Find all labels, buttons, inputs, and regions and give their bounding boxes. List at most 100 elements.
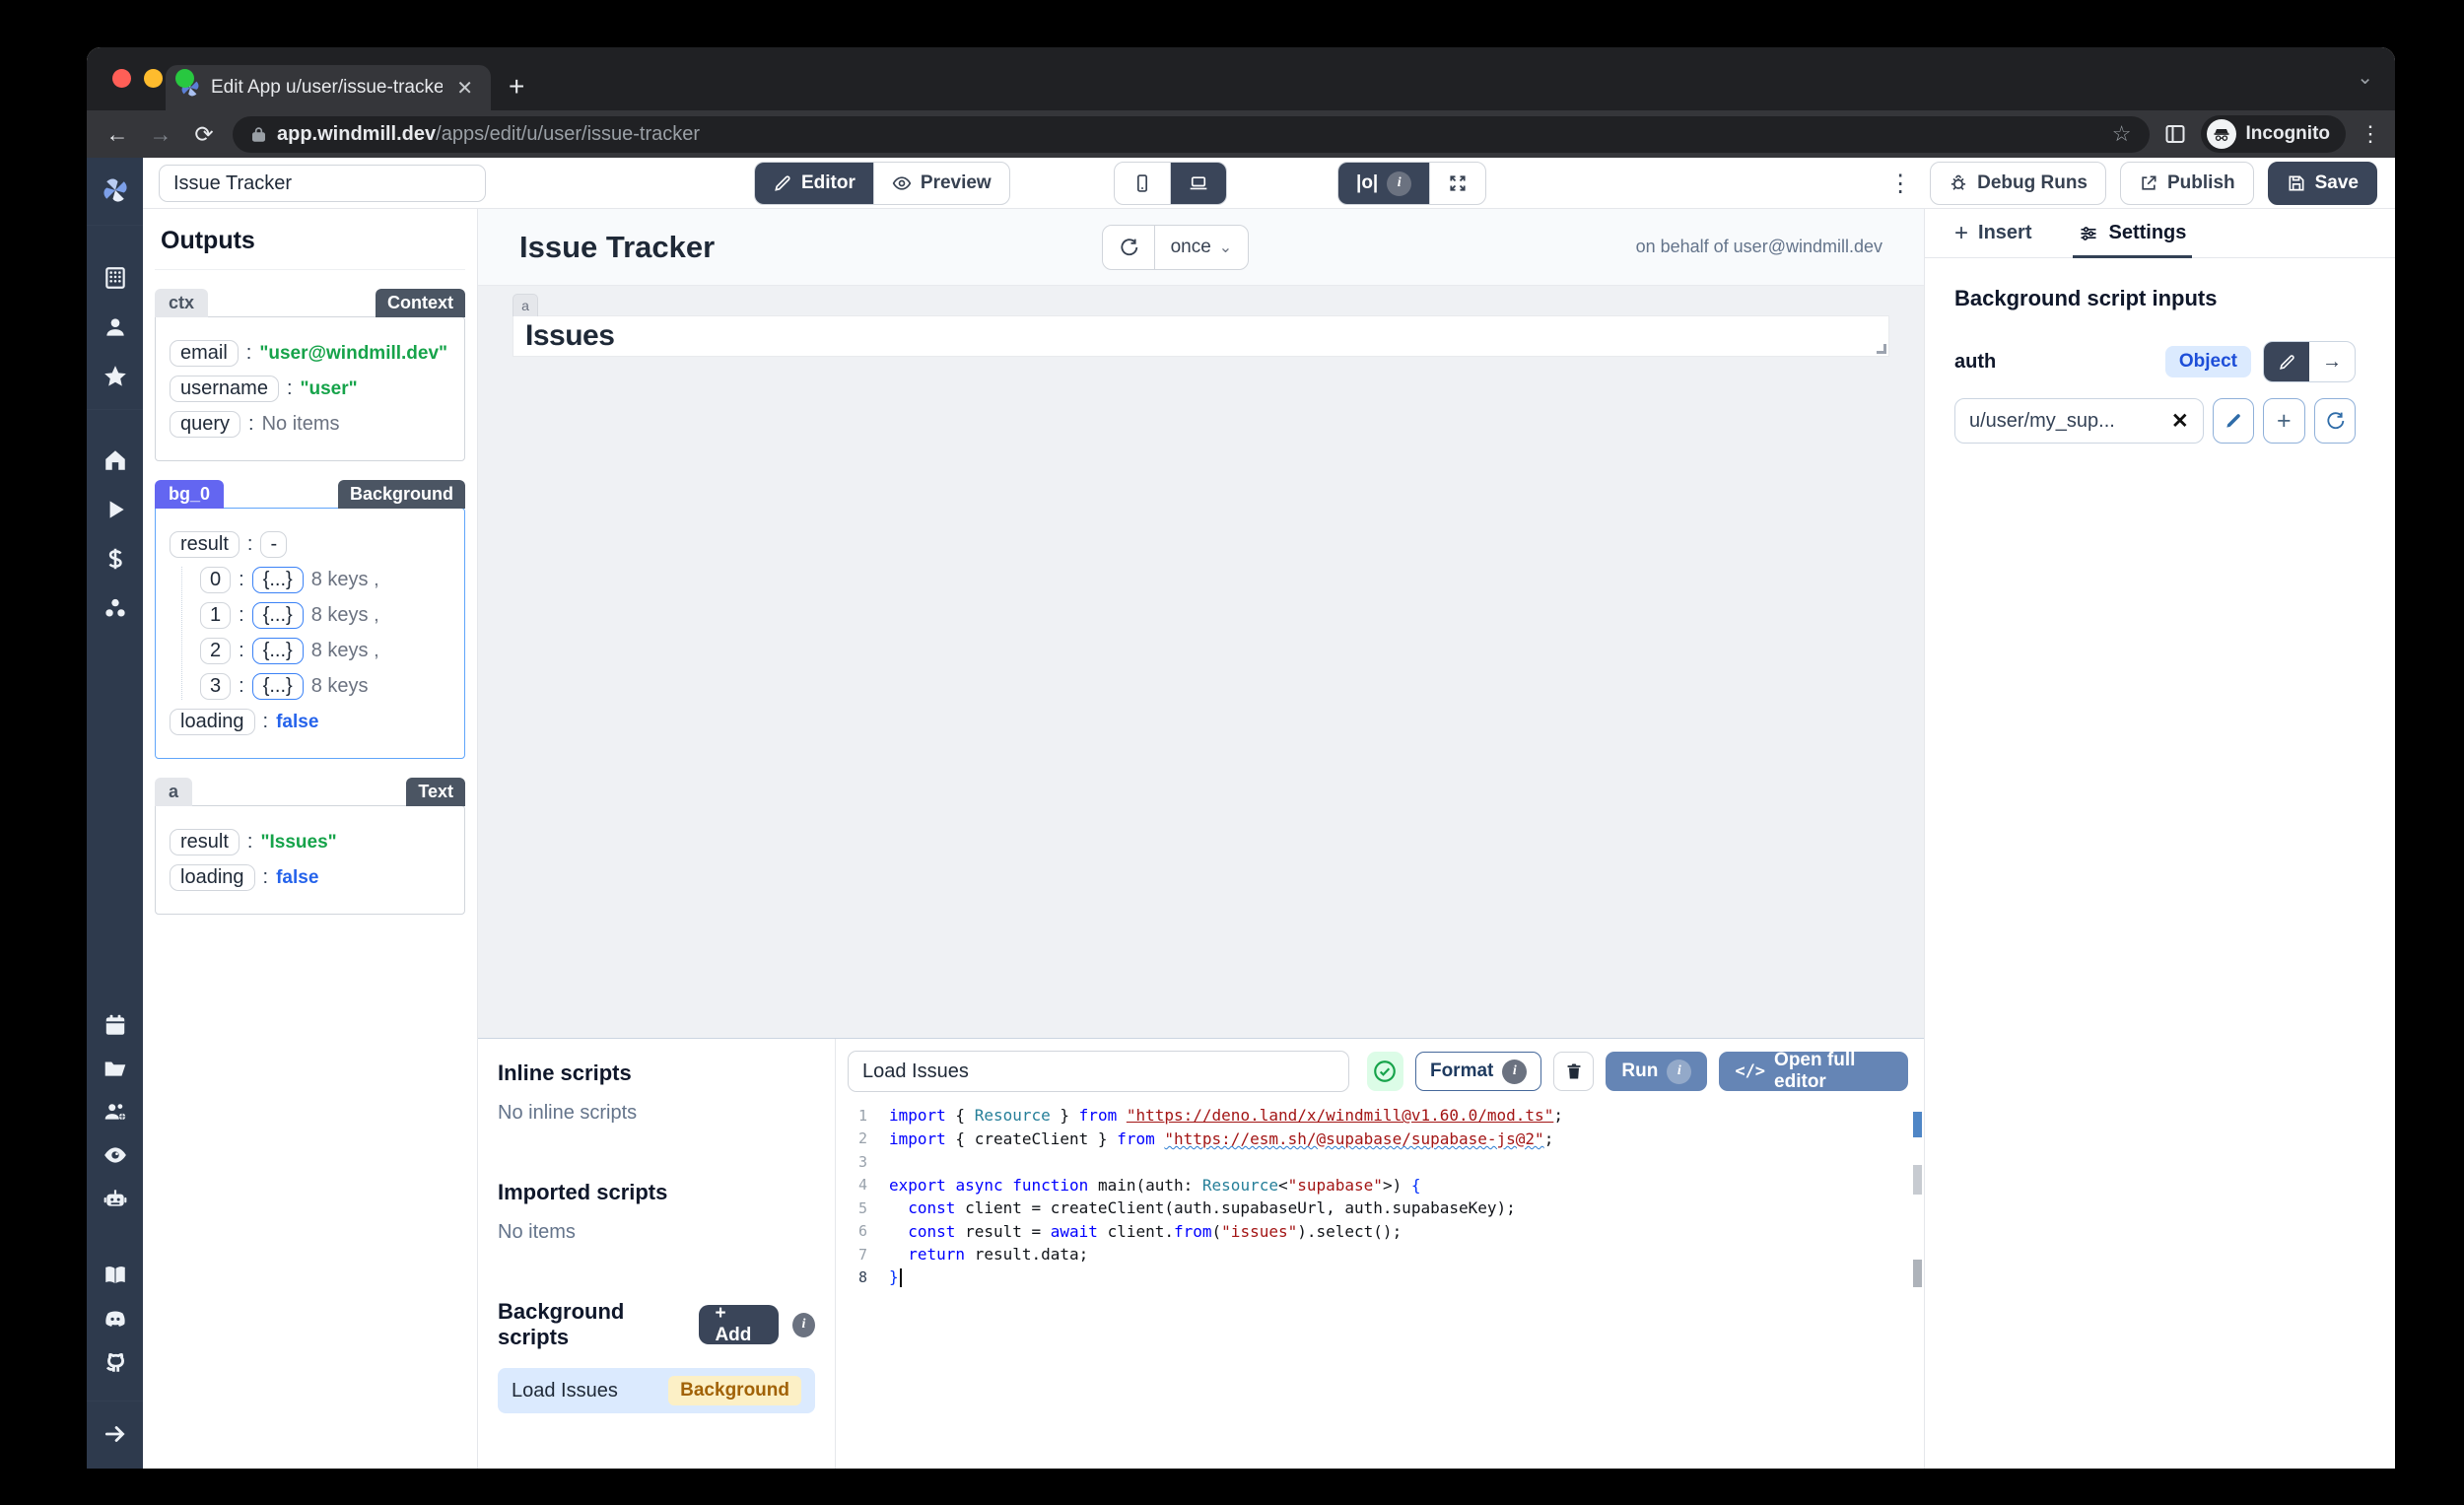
hide-schema-button[interactable]: |o| i bbox=[1338, 163, 1430, 204]
side-panel-icon[interactable] bbox=[2163, 122, 2187, 146]
code-line: 5 const client = createClient(auth.supab… bbox=[848, 1197, 1924, 1220]
folders-icon[interactable] bbox=[103, 1056, 128, 1081]
code-token: export bbox=[889, 1176, 946, 1195]
object-pill[interactable]: {...} bbox=[252, 567, 304, 593]
scroll-thumb[interactable] bbox=[1913, 1260, 1922, 1287]
output-tab-ctx[interactable]: ctx bbox=[155, 289, 208, 317]
windmill-logo[interactable] bbox=[101, 175, 130, 205]
background-script-item[interactable]: Load IssuesBackground bbox=[498, 1368, 815, 1413]
browser-tab[interactable]: Edit App u/user/issue-tracker | ✕ bbox=[166, 65, 491, 110]
key-pill[interactable]: 0 bbox=[200, 567, 231, 593]
docs-book-icon[interactable] bbox=[103, 1263, 128, 1288]
key-pill[interactable]: username bbox=[170, 376, 279, 402]
github-icon[interactable] bbox=[103, 1349, 128, 1375]
key-pill[interactable]: query bbox=[170, 411, 240, 438]
pencil-icon bbox=[2224, 411, 2243, 431]
run-button[interactable]: Run i bbox=[1606, 1052, 1707, 1091]
app-name-input[interactable] bbox=[159, 165, 486, 202]
tab-settings[interactable]: Settings bbox=[2079, 209, 2186, 257]
colon: : bbox=[263, 711, 269, 733]
edit-resource-button[interactable] bbox=[2213, 398, 2254, 444]
new-tab-button[interactable]: + bbox=[509, 71, 524, 103]
zoom-window-button[interactable] bbox=[175, 69, 194, 88]
output-box-a[interactable]: aTextresult:"Issues"loading:false bbox=[155, 805, 465, 915]
minimize-window-button[interactable] bbox=[144, 69, 163, 88]
user-icon[interactable] bbox=[103, 314, 128, 340]
back-icon[interactable]: ← bbox=[103, 121, 132, 148]
fullscreen-button[interactable] bbox=[1430, 163, 1485, 204]
app-canvas[interactable]: a Issues bbox=[478, 286, 1924, 1038]
schedules-calendar-icon[interactable] bbox=[103, 1012, 128, 1038]
open-full-editor-button[interactable]: </> Open full editor bbox=[1719, 1052, 1908, 1091]
check-circle-icon bbox=[1372, 1059, 1398, 1084]
audit-eye-icon[interactable] bbox=[103, 1142, 128, 1168]
forward-icon[interactable]: → bbox=[146, 121, 175, 148]
ai-robot-icon[interactable] bbox=[103, 1186, 128, 1211]
output-tab-a[interactable]: a bbox=[155, 778, 192, 806]
desktop-view-button[interactable] bbox=[1171, 163, 1226, 204]
object-pill[interactable]: {...} bbox=[252, 638, 304, 664]
key-pill[interactable]: 3 bbox=[200, 673, 231, 700]
close-window-button[interactable] bbox=[112, 69, 131, 88]
key-pill[interactable]: 2 bbox=[200, 638, 231, 664]
connect-mode-button[interactable]: → bbox=[2309, 342, 2355, 381]
key-pill[interactable]: 1 bbox=[200, 602, 231, 629]
static-mode-button[interactable] bbox=[2264, 342, 2309, 381]
key-pill[interactable]: result bbox=[170, 829, 240, 855]
tab-insert[interactable]: + Insert bbox=[1954, 209, 2031, 257]
bookmark-star-icon[interactable]: ☆ bbox=[2112, 121, 2132, 147]
publish-button[interactable]: Publish bbox=[2120, 162, 2254, 205]
script-name-input[interactable] bbox=[848, 1051, 1349, 1092]
add-resource-button[interactable]: + bbox=[2263, 398, 2304, 444]
key-pill[interactable]: loading bbox=[170, 709, 255, 735]
address-input[interactable]: app.windmill.dev/apps/edit/u/user/issue-… bbox=[233, 116, 2150, 153]
refresh-button[interactable] bbox=[1103, 226, 1155, 269]
resource-value: u/user/my_sup... bbox=[1969, 410, 2115, 433]
key-pill[interactable]: loading bbox=[170, 864, 255, 891]
resize-handle[interactable] bbox=[1877, 344, 1886, 354]
chrome-menu-icon[interactable]: ⋮ bbox=[2360, 121, 2379, 147]
variables-dollar-icon[interactable] bbox=[103, 546, 128, 572]
editor-scrollbar[interactable] bbox=[1912, 1104, 1922, 1469]
tab-editor[interactable]: Editor bbox=[755, 163, 874, 204]
save-button[interactable]: Save bbox=[2268, 162, 2377, 205]
refresh-mode-dropdown[interactable]: once ⌄ bbox=[1155, 226, 1249, 269]
collapse-pill[interactable]: - bbox=[260, 531, 287, 558]
output-tab-bg_0[interactable]: bg_0 bbox=[155, 480, 224, 509]
resources-icon[interactable] bbox=[103, 595, 128, 621]
resource-picker-input[interactable]: u/user/my_sup... ✕ bbox=[1954, 398, 2204, 444]
add-background-script-button[interactable]: + Add bbox=[699, 1305, 779, 1344]
output-box-ctx[interactable]: ctxContextemail:"user@windmill.dev"usern… bbox=[155, 316, 465, 461]
home-icon[interactable] bbox=[103, 447, 128, 473]
tab-close-icon[interactable]: ✕ bbox=[452, 76, 477, 101]
delete-script-button[interactable] bbox=[1553, 1052, 1594, 1091]
format-button[interactable]: Format i bbox=[1415, 1052, 1541, 1091]
component-handle[interactable]: a bbox=[513, 294, 538, 316]
code-token: "https://deno.land/x/windmill@v1.60.0/mo… bbox=[1127, 1106, 1553, 1125]
app-menu-kebab-icon[interactable]: ⋮ bbox=[1884, 170, 1916, 198]
reload-icon[interactable]: ⟳ bbox=[189, 121, 219, 148]
key-pill[interactable]: email bbox=[170, 340, 239, 367]
key-pill[interactable]: result bbox=[170, 531, 240, 558]
text-component[interactable]: a Issues bbox=[513, 315, 1889, 357]
debug-runs-button[interactable]: Debug Runs bbox=[1930, 162, 2106, 205]
mobile-view-button[interactable] bbox=[1115, 163, 1171, 204]
expand-sidebar-arrow-icon[interactable] bbox=[103, 1421, 128, 1447]
clear-resource-icon[interactable]: ✕ bbox=[2171, 409, 2189, 434]
object-pill[interactable]: {...} bbox=[252, 673, 304, 700]
incognito-badge[interactable]: Incognito bbox=[2201, 115, 2346, 153]
object-pill[interactable]: {...} bbox=[252, 602, 304, 629]
code-token: import bbox=[889, 1106, 946, 1125]
output-box-bg_0[interactable]: bg_0Backgroundresult:-0:{...}8 keys ,1:{… bbox=[155, 508, 465, 759]
workspace-icon[interactable] bbox=[103, 265, 128, 291]
tab-preview[interactable]: Preview bbox=[874, 163, 1009, 204]
runs-play-icon[interactable] bbox=[103, 497, 128, 522]
scroll-thumb[interactable] bbox=[1913, 1165, 1922, 1195]
groups-icon[interactable] bbox=[103, 1099, 128, 1125]
tab-search-chevron-icon[interactable]: ⌄ bbox=[2357, 65, 2373, 90]
code-editor[interactable]: 1import { Resource } from "https://deno.… bbox=[848, 1104, 1924, 1469]
discord-icon[interactable] bbox=[103, 1306, 128, 1332]
refresh-resource-button[interactable] bbox=[2314, 398, 2356, 444]
code-token: function bbox=[1012, 1176, 1088, 1195]
favorites-star-icon[interactable] bbox=[103, 364, 128, 389]
